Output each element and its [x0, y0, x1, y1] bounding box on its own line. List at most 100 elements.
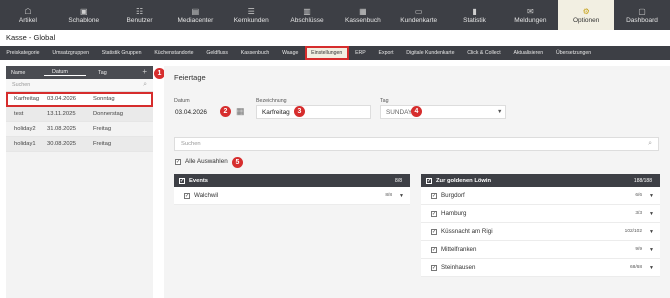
date-field[interactable]: 03.04.2026 — [174, 105, 226, 119]
list-item[interactable]: holiday2 31.08.2025 Freitag — [6, 122, 153, 137]
subnav-statistik-gruppen[interactable]: Statistik Gruppen — [95, 46, 148, 60]
events-count: 8/8 — [395, 177, 402, 184]
chevron-down-icon[interactable]: ▼ — [649, 265, 654, 271]
statistics-icon: ▮ — [472, 6, 477, 16]
subnav-uebersetzungen[interactable]: Übersetzungen — [550, 46, 598, 60]
subnav-erp[interactable]: ERP — [349, 46, 372, 60]
column-name[interactable]: Name — [6, 70, 44, 76]
item-day: Freitag — [93, 126, 112, 132]
list-item[interactable]: ✓ Küssnacht am Rigi 102/102 ▼ — [421, 223, 660, 241]
name-field[interactable]: Karfreitag — [256, 105, 371, 119]
events-panel: ✓ Events 8/8 ✓ Walchwil 8/8 ▼ — [174, 174, 410, 205]
checkbox-icon[interactable]: ✓ — [431, 264, 437, 271]
nav-label: Kernkunden — [233, 16, 269, 24]
checkbox-icon[interactable]: ✓ — [179, 177, 185, 184]
add-button[interactable]: + — [142, 67, 147, 76]
calendar-icon[interactable]: ▦ — [236, 106, 245, 117]
subnav-umsatzgruppen[interactable]: Umsatzgruppen — [46, 46, 95, 60]
list-item[interactable]: ✓ Mittelfranken 9/9 ▼ — [421, 241, 660, 259]
chevron-down-icon[interactable]: ▼ — [497, 109, 502, 115]
step-badge-5: 5 — [232, 157, 243, 168]
subnav-kuechenstandorte[interactable]: Küchenstandorte — [148, 46, 200, 60]
checkbox-icon[interactable]: ✓ — [184, 192, 190, 199]
subnav-waage[interactable]: Waage — [276, 46, 305, 60]
item-date: 30.08.2025 — [47, 141, 77, 147]
list-search-input[interactable]: Suchen ⌕ — [6, 79, 153, 92]
subnav-kassenbuch[interactable]: Kassenbuch — [234, 46, 275, 60]
chevron-down-icon[interactable]: ▼ — [649, 211, 654, 217]
list-item[interactable]: Karfreitag 03.04.2026 Sonntag — [6, 92, 153, 107]
locations-panel-header[interactable]: ✓ Zur goldenen Löwin 188/188 — [421, 174, 660, 187]
holiday-form: Feiertage Datum 03.04.2026 2 ▦ Bezeichnu… — [164, 66, 670, 298]
nav-optionen[interactable]: ⚙ Optionen — [558, 0, 615, 30]
nav-mediacenter[interactable]: ▤ Mediacenter — [167, 0, 223, 30]
item-date: 31.08.2025 — [47, 126, 77, 132]
checkbox-icon[interactable]: ✓ — [431, 228, 437, 235]
nav-kassenbuch[interactable]: ▦ Kassenbuch — [335, 0, 391, 30]
subnav-export[interactable]: Export — [372, 46, 400, 60]
nav-statistik[interactable]: ▮ Statistik — [447, 0, 503, 30]
list-item[interactable]: holiday1 30.08.2025 Freitag — [6, 137, 153, 152]
locations-title: Zur goldenen Löwin — [436, 177, 492, 184]
list-item[interactable]: ✓ Hamburg 3/3 ▼ — [421, 205, 660, 223]
column-day[interactable]: Tag — [86, 70, 132, 76]
nav-kernkunden[interactable]: ☰ Kernkunden — [223, 0, 279, 30]
article-icon: ☖ — [24, 6, 32, 16]
checkbox-icon[interactable]: ✓ — [175, 158, 181, 165]
item-label: Walchwil — [194, 192, 219, 199]
events-panel-header[interactable]: ✓ Events 8/8 — [174, 174, 410, 187]
list-item[interactable]: ✓ Burgdorf 6/6 ▼ — [421, 187, 660, 205]
chevron-down-icon[interactable]: ▼ — [649, 247, 654, 253]
chevron-down-icon[interactable]: ▼ — [399, 193, 404, 199]
item-name: holiday1 — [14, 141, 36, 147]
item-count: 68/68 — [629, 265, 642, 270]
nav-meldungen[interactable]: ✉ Meldungen — [502, 0, 558, 30]
day-select[interactable]: SUNDAY — [380, 105, 506, 119]
chevron-down-icon[interactable]: ▼ — [649, 193, 654, 199]
nav-benutzer[interactable]: ☷ Benutzer — [112, 0, 168, 30]
item-name: holiday2 — [14, 126, 36, 132]
locations-panel: ✓ Zur goldenen Löwin 188/188 ✓ Burgdorf 6/… — [421, 174, 660, 277]
list-item[interactable]: test 13.11.2025 Donnerstag — [6, 107, 153, 122]
page-title: Feiertage — [174, 73, 206, 82]
checkbox-icon[interactable]: ✓ — [426, 177, 432, 184]
top-navigation: ☖ Artikel ▣ Schablone ☷ Benutzer ▤ Mediacent… — [0, 0, 670, 30]
subnav-geldfluss[interactable]: Geldfluss — [200, 46, 234, 60]
column-date[interactable]: Datum — [44, 69, 86, 76]
item-label: Burgdorf — [441, 192, 465, 199]
nav-label: Kundenkarte — [400, 16, 438, 24]
subnav-digitale-kundenkarte[interactable]: Digitale Kundenkarte — [400, 46, 461, 60]
list-item[interactable]: ✓ Walchwil 8/8 ▼ — [174, 187, 410, 205]
nav-dashboard[interactable]: ▢ Dashboard — [614, 0, 670, 30]
nav-kundenkarte[interactable]: ▭ Kundenkarte — [391, 0, 447, 30]
select-all-checkbox[interactable]: ✓ Alle Auswahlen — [175, 158, 228, 165]
chevron-down-icon[interactable]: ▼ — [649, 229, 654, 235]
item-count: 8/8 — [385, 193, 392, 198]
item-count: 6/6 — [635, 193, 642, 198]
checkbox-icon[interactable]: ✓ — [431, 192, 437, 199]
select-all-label: Alle Auswahlen — [185, 158, 228, 165]
date-label: Datum — [174, 98, 190, 104]
breadcrumb: Kasse - Global — [6, 33, 56, 42]
nav-artikel[interactable]: ☖ Artikel — [0, 0, 56, 30]
subnav-preiskategorie[interactable]: Preiskategorie — [0, 46, 46, 60]
item-count: 9/9 — [635, 247, 642, 252]
holiday-list-panel: Name Datum Tag + Suchen ⌕ Karfreitag 03.0… — [6, 66, 153, 298]
nav-label: Schablone — [68, 16, 100, 24]
item-label: Mittelfranken — [441, 246, 477, 253]
subnav-aktualisieren[interactable]: Aktualisieren — [507, 46, 549, 60]
subnav-einstellungen[interactable]: Einstellungen — [304, 46, 349, 60]
list-item[interactable]: ✓ Steinhausen 68/68 ▼ — [421, 259, 660, 277]
step-badge-4: 4 — [411, 106, 422, 117]
mail-icon: ✉ — [527, 6, 534, 16]
checkbox-icon[interactable]: ✓ — [431, 246, 437, 253]
nav-schablone[interactable]: ▣ Schablone — [56, 0, 112, 30]
card-icon: ▭ — [414, 6, 423, 16]
nav-abschluesse[interactable]: ▥ Abschlüsse — [279, 0, 335, 30]
item-name: test — [14, 111, 24, 117]
nav-label: Optionen — [573, 16, 600, 24]
locations-count: 188/188 — [633, 177, 652, 184]
location-search-input[interactable]: Suchen ⌕ — [174, 137, 659, 151]
subnav-click-collect[interactable]: Click & Collect — [461, 46, 507, 60]
checkbox-icon[interactable]: ✓ — [431, 210, 437, 217]
